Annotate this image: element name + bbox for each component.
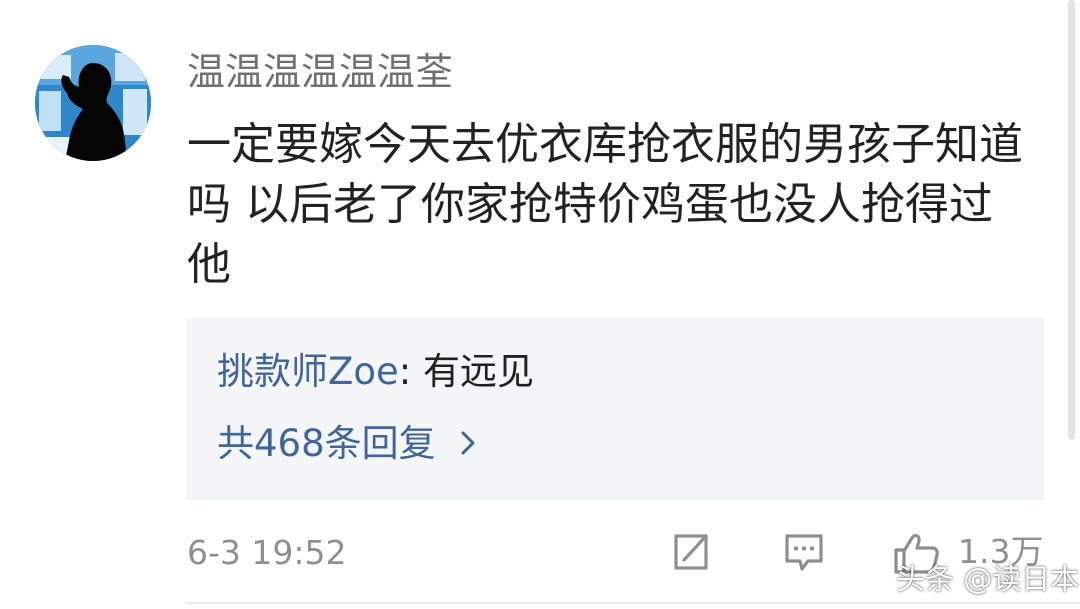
share-icon [674, 534, 708, 570]
comment-text: 一定要嫁今天去优衣库抢衣服的男孩子知道吗 以后老了你家抢特价鸡蛋也没人抢得过他 [187, 119, 1023, 290]
reply-preview[interactable]: 挑款师Zoe: 有远见 共468条回复 [186, 318, 1044, 500]
comment-card: 温温温温温温荃 一定要嫁今天去优衣库抢衣服的男孩子知道吗 以后老了你家抢特价鸡蛋… [0, 0, 1080, 609]
view-replies-link[interactable]: 共468条回复 [217, 422, 475, 466]
reply-line: 挑款师Zoe: 有远见 [217, 350, 534, 394]
comment-timestamp: 6-3 19:52 [187, 533, 347, 572]
avatar[interactable] [35, 45, 151, 161]
comment-button[interactable] [782, 530, 826, 574]
avatar-image [35, 45, 151, 161]
chevron-right-icon [461, 421, 475, 465]
divider [186, 602, 1080, 604]
reply-separator: : [398, 350, 412, 393]
reply-author[interactable]: 挑款师Zoe [217, 350, 399, 393]
reply-count-label: 共468条回复 [217, 422, 436, 465]
comment-icon [785, 534, 823, 571]
username[interactable]: 温温温温温温荃 [187, 50, 453, 94]
scrollbar[interactable] [1068, 0, 1075, 440]
share-button[interactable] [668, 530, 712, 574]
watermark: 头条 @读日本 [896, 562, 1080, 596]
reply-text: 有远见 [422, 350, 534, 393]
